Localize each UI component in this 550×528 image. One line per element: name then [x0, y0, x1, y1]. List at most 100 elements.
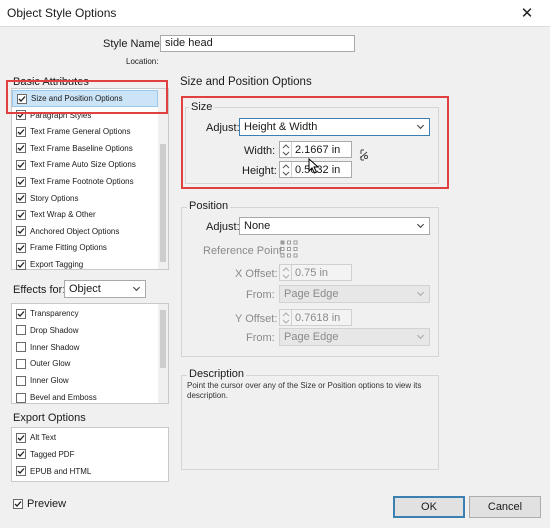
cancel-button[interactable]: Cancel: [469, 496, 541, 518]
list-item-label: EPUB and HTML: [30, 466, 92, 476]
stepper-arrows-icon[interactable]: [280, 265, 292, 280]
x-offset-value: 0.75 in: [295, 266, 329, 279]
list-item[interactable]: Inner Shadow: [12, 339, 158, 356]
chevron-down-icon: [416, 334, 425, 340]
checkbox[interactable]: [16, 325, 26, 336]
chevron-down-icon: [132, 286, 141, 292]
list-item-label: Inner Glow: [30, 376, 69, 386]
scrollbar-thumb[interactable]: [160, 310, 166, 368]
list-item[interactable]: Text Frame Footnote Options: [12, 173, 158, 190]
list-item-label: Text Frame Auto Size Options: [30, 160, 136, 170]
y-offset-stepper[interactable]: 0.7618 in: [279, 309, 352, 326]
checkbox[interactable]: [16, 209, 26, 220]
list-item[interactable]: Bevel and Emboss: [12, 389, 158, 406]
position-adjust-value: None: [244, 220, 271, 232]
x-from-label: From:: [246, 289, 275, 301]
location-label: Location:: [126, 57, 159, 66]
effects-for-select[interactable]: Object: [64, 280, 146, 298]
list-item[interactable]: Text Frame General Options: [12, 123, 158, 140]
list-item[interactable]: Drop Shadow: [12, 322, 158, 339]
x-from-value: Page Edge: [284, 288, 339, 300]
style-name-label: Style Name:: [103, 38, 163, 50]
preview-checkbox[interactable]: [13, 499, 23, 509]
title-bar: Object Style Options ✕: [0, 0, 550, 26]
list-item[interactable]: Outer Glow: [12, 355, 158, 372]
window-title: Object Style Options: [7, 6, 117, 20]
list-item-label: Bevel and Emboss: [30, 393, 97, 402]
reference-point-grid-icon[interactable]: [280, 240, 298, 258]
list-item-label: Transparency: [30, 309, 79, 318]
highlight-basic-item: [6, 80, 168, 114]
stepper-arrows-icon[interactable]: [280, 310, 292, 325]
preview-label: Preview: [27, 498, 67, 510]
checkbox[interactable]: [16, 259, 26, 270]
chevron-down-icon: [416, 223, 425, 229]
checkbox[interactable]: [16, 126, 26, 137]
checkbox[interactable]: [16, 308, 26, 319]
chevron-down-icon: [416, 291, 425, 297]
scrollbar-thumb[interactable]: [160, 144, 166, 262]
list-item-label: Story Options: [30, 193, 79, 203]
ok-button[interactable]: OK: [393, 496, 465, 518]
list-item[interactable]: EPUB and HTML: [12, 463, 168, 480]
checkbox[interactable]: [16, 392, 26, 403]
preview-toggle[interactable]: Preview: [13, 498, 66, 510]
export-options-list: Alt Text Tagged PDF EPUB and HTML: [11, 427, 169, 482]
list-item[interactable]: Alt Text: [12, 429, 168, 446]
effects-scrollbar[interactable]: [158, 304, 168, 403]
highlight-size-group: [181, 96, 449, 189]
y-offset-value: 0.7618 in: [295, 311, 341, 324]
list-item[interactable]: Story Options: [12, 190, 158, 207]
checkbox[interactable]: [16, 449, 26, 460]
close-icon[interactable]: ✕: [504, 0, 550, 26]
list-item[interactable]: Text Wrap & Other: [12, 206, 158, 223]
list-item-label: Tagged PDF: [30, 449, 75, 459]
basic-scrollbar[interactable]: [158, 89, 168, 269]
list-item-label: Anchored Object Options: [30, 226, 120, 236]
list-item-label: Text Frame General Options: [30, 127, 131, 137]
list-item[interactable]: Frame Fitting Options: [12, 239, 158, 256]
checkbox[interactable]: [16, 226, 26, 237]
y-from-select[interactable]: Page Edge: [279, 328, 430, 346]
style-name-input[interactable]: side head: [160, 35, 355, 52]
list-item-label: Text Frame Baseline Options: [30, 143, 133, 153]
y-offset-label: Y Offset:: [235, 313, 278, 325]
list-item[interactable]: Export Tagging: [12, 256, 158, 273]
section-title: Size and Position Options: [180, 76, 312, 88]
checkbox[interactable]: [16, 193, 26, 204]
list-item[interactable]: Anchored Object Options: [12, 223, 158, 240]
position-group-title: Position: [187, 200, 231, 212]
checkbox[interactable]: [16, 242, 26, 253]
y-from-value: Page Edge: [284, 331, 339, 343]
list-item[interactable]: Text Frame Auto Size Options: [12, 156, 158, 173]
position-adjust-label: Adjust:: [206, 221, 240, 233]
checkbox[interactable]: [16, 176, 26, 187]
export-options-title: Export Options: [13, 412, 86, 424]
basic-attributes-list: Size and Position Options Paragraph Style…: [11, 88, 169, 270]
list-item-label: Text Wrap & Other: [30, 210, 96, 220]
checkbox[interactable]: [16, 358, 26, 369]
list-item[interactable]: Transparency: [12, 305, 158, 322]
list-item[interactable]: Tagged PDF: [12, 446, 168, 463]
list-item[interactable]: Inner Glow: [12, 372, 158, 389]
checkbox[interactable]: [16, 143, 26, 154]
list-item-label: Text Frame Footnote Options: [30, 177, 134, 186]
description-title: Description: [187, 368, 247, 380]
x-offset-stepper[interactable]: 0.75 in: [279, 264, 352, 281]
checkbox[interactable]: [16, 159, 26, 170]
x-from-select[interactable]: Page Edge: [279, 285, 430, 303]
effects-for-label: Effects for:: [13, 284, 66, 296]
list-item-label: Export Tagging: [30, 260, 84, 269]
reference-point-label: Reference Point:: [203, 245, 285, 257]
checkbox[interactable]: [16, 466, 26, 477]
list-item[interactable]: Text Frame Baseline Options: [12, 140, 158, 157]
checkbox[interactable]: [16, 342, 26, 353]
effects-for-value: Object: [69, 283, 101, 295]
position-adjust-select[interactable]: None: [239, 217, 430, 235]
checkbox[interactable]: [16, 432, 26, 443]
checkbox[interactable]: [16, 375, 26, 386]
list-item-label: Frame Fitting Options: [30, 243, 107, 253]
x-offset-label: X Offset:: [235, 268, 278, 280]
y-from-label: From:: [246, 332, 275, 344]
list-item-label: Drop Shadow: [30, 325, 79, 335]
